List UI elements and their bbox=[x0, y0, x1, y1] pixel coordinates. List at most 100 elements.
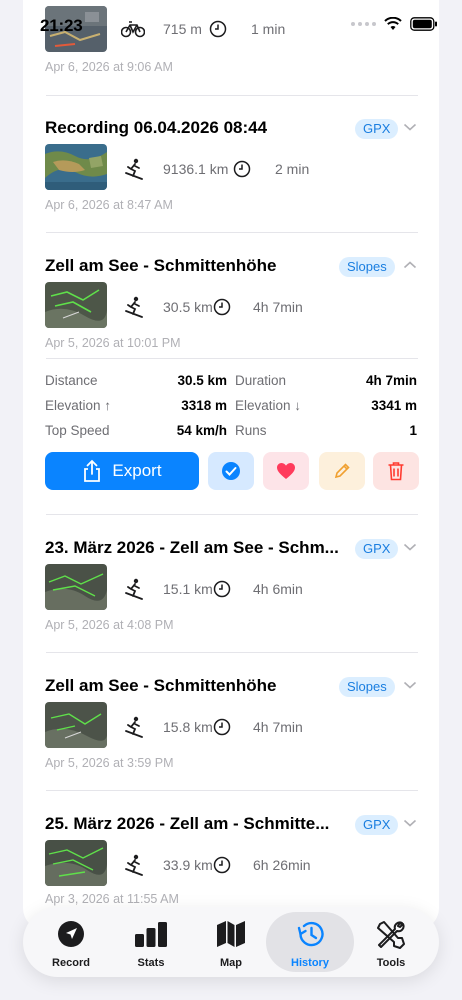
duration-value: 6h 26min bbox=[253, 857, 311, 873]
export-label: Export bbox=[112, 461, 162, 480]
tab-label: Tools bbox=[376, 957, 406, 969]
list-item[interactable]: 23. März 2026 - Zell am See - Schm... GP… bbox=[45, 538, 417, 638]
elevation-up-label: Elevation ↑ bbox=[45, 398, 112, 413]
tab-tools[interactable]: Tools bbox=[347, 912, 435, 972]
pencil-icon bbox=[334, 463, 350, 479]
tab-history[interactable]: History bbox=[266, 912, 354, 972]
duration-label: Duration bbox=[235, 373, 287, 388]
distance-value: 15.1 km bbox=[163, 581, 213, 597]
skier-icon bbox=[123, 716, 145, 738]
tools-icon bbox=[377, 921, 405, 949]
distance-value: 15.8 km bbox=[163, 719, 213, 735]
elevation-up-stat: 3318 m bbox=[181, 398, 227, 413]
heart-icon bbox=[277, 463, 295, 479]
clock-icon bbox=[213, 718, 231, 736]
top-speed-label: Top Speed bbox=[45, 423, 110, 438]
tab-record[interactable]: Record bbox=[27, 912, 115, 972]
tab-map[interactable]: Map bbox=[187, 912, 275, 972]
clock-icon bbox=[213, 298, 231, 316]
duration-value: 4h 7min bbox=[253, 719, 303, 735]
elevation-down-label: Elevation ↓ bbox=[235, 398, 302, 413]
divider bbox=[46, 95, 418, 96]
duration-value: 2 min bbox=[275, 161, 310, 177]
tab-label: Stats bbox=[137, 957, 165, 969]
source-badge: GPX bbox=[355, 539, 399, 559]
runs-stat: 1 bbox=[409, 423, 417, 438]
entry-date: Apr 5, 2026 at 10:01 PM bbox=[45, 336, 181, 350]
status-bar: 21:23 bbox=[0, 0, 462, 48]
entry-date: Apr 5, 2026 at 3:59 PM bbox=[45, 756, 174, 770]
distance-label: Distance bbox=[45, 373, 98, 388]
history-list: 715 m 1 min Apr 6, 2026 at 9:06 AM Recor… bbox=[23, 0, 439, 930]
divider bbox=[46, 232, 418, 233]
track-thumbnail bbox=[45, 282, 107, 328]
divider bbox=[46, 514, 418, 515]
elevation-down-stat: 3341 m bbox=[371, 398, 417, 413]
duration-value: 4h 6min bbox=[253, 581, 303, 597]
track-thumbnail bbox=[45, 564, 107, 610]
entry-date: Apr 6, 2026 at 9:06 AM bbox=[45, 60, 173, 74]
track-thumbnail bbox=[45, 702, 107, 748]
chevron-down-icon[interactable] bbox=[403, 680, 417, 690]
skier-icon bbox=[123, 296, 145, 318]
distance-value: 9136.1 km bbox=[163, 161, 229, 177]
checkmark-circle-icon bbox=[222, 462, 240, 480]
source-badge: Slopes bbox=[339, 257, 395, 277]
chevron-down-icon[interactable] bbox=[403, 818, 417, 828]
chevron-down-icon[interactable] bbox=[403, 542, 417, 552]
source-badge: Slopes bbox=[339, 677, 395, 697]
clock-icon bbox=[233, 160, 251, 178]
battery-icon bbox=[410, 17, 437, 31]
share-icon bbox=[82, 459, 102, 483]
duration-value: 4h 7min bbox=[253, 299, 303, 315]
history-clock-icon bbox=[297, 921, 324, 947]
skier-icon bbox=[123, 854, 145, 876]
tab-label: History bbox=[291, 957, 329, 969]
duration-stat: 4h 7min bbox=[365, 373, 417, 388]
favorite-button[interactable] bbox=[263, 452, 309, 490]
list-item[interactable]: Zell am See - Schmittenhöhe Slopes 30.5 … bbox=[45, 256, 417, 356]
divider bbox=[46, 652, 418, 653]
entry-date: Apr 5, 2026 at 4:08 PM bbox=[45, 618, 174, 632]
distance-value: 33.9 km bbox=[163, 857, 213, 873]
chevron-down-icon[interactable] bbox=[403, 122, 417, 132]
trash-icon bbox=[388, 462, 404, 481]
list-item[interactable]: 25. März 2026 - Zell am - Schmitte... GP… bbox=[45, 814, 417, 914]
list-item[interactable]: Recording 06.04.2026 08:44 GPX 9136.1 km… bbox=[45, 118, 417, 218]
entry-title: Zell am See - Schmittenhöhe bbox=[45, 676, 277, 695]
distance-stat: 30.5 km bbox=[177, 373, 227, 388]
divider bbox=[46, 358, 418, 359]
action-bar: Export bbox=[45, 452, 419, 490]
divider bbox=[46, 790, 418, 791]
top-speed-stat: 54 km/h bbox=[176, 423, 227, 438]
export-button[interactable]: Export bbox=[45, 452, 199, 490]
entry-date: Apr 6, 2026 at 8:47 AM bbox=[45, 198, 173, 212]
location-arrow-icon bbox=[58, 921, 84, 947]
entry-title: 23. März 2026 - Zell am See - Schm... bbox=[45, 538, 339, 557]
tab-label: Record bbox=[52, 957, 90, 969]
tab-bar: Record Stats Map History Tools bbox=[23, 907, 439, 977]
chevron-up-icon[interactable] bbox=[403, 260, 417, 270]
delete-button[interactable] bbox=[373, 452, 419, 490]
clock-icon bbox=[213, 856, 231, 874]
runs-label: Runs bbox=[235, 423, 267, 438]
skier-icon bbox=[123, 578, 145, 600]
select-button[interactable] bbox=[208, 452, 254, 490]
signal-icon bbox=[351, 22, 376, 26]
list-item[interactable]: Zell am See - Schmittenhöhe Slopes 15.8 … bbox=[45, 676, 417, 776]
tab-label: Map bbox=[220, 957, 242, 969]
entry-title: 25. März 2026 - Zell am - Schmitte... bbox=[45, 814, 330, 833]
skier-icon bbox=[123, 158, 145, 180]
distance-value: 30.5 km bbox=[163, 299, 213, 315]
edit-button[interactable] bbox=[319, 452, 365, 490]
entry-date: Apr 3, 2026 at 11:55 AM bbox=[45, 892, 179, 906]
track-thumbnail bbox=[45, 144, 107, 190]
bar-chart-icon bbox=[135, 922, 167, 947]
tab-stats[interactable]: Stats bbox=[107, 912, 195, 972]
status-time: 21:23 bbox=[40, 16, 83, 35]
map-icon bbox=[217, 921, 245, 947]
track-thumbnail bbox=[45, 840, 107, 886]
entry-title: Recording 06.04.2026 08:44 bbox=[45, 118, 268, 137]
source-badge: GPX bbox=[355, 119, 399, 139]
wifi-icon bbox=[384, 17, 402, 30]
